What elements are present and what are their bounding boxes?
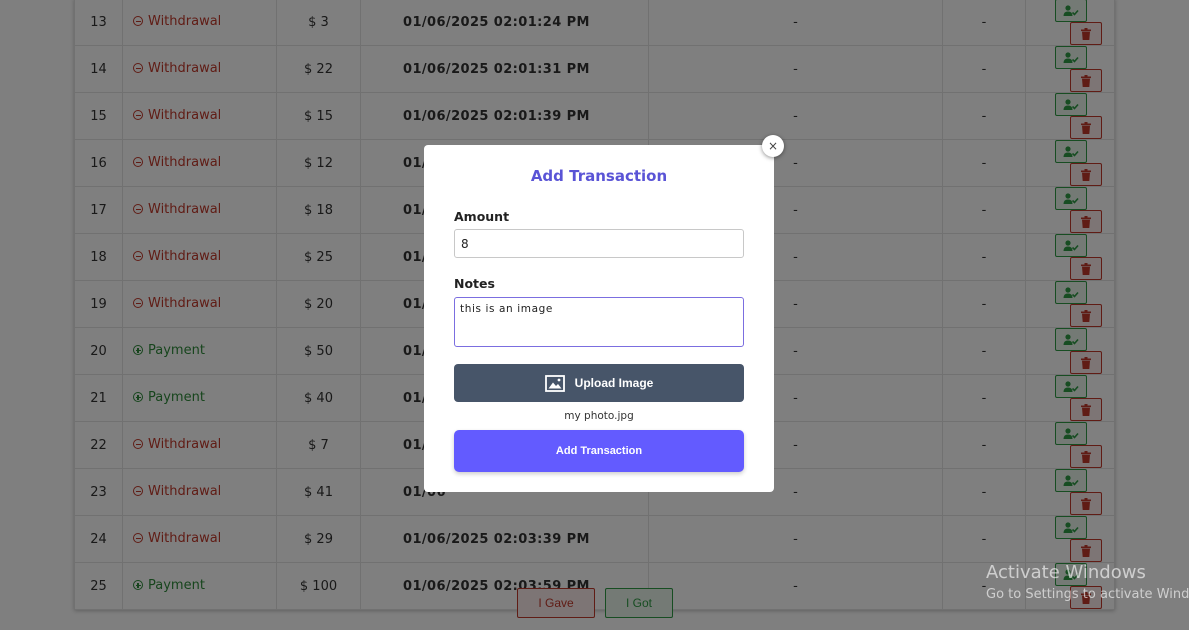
upload-image-button[interactable]: Upload Image xyxy=(454,364,744,402)
upload-image-label: Upload Image xyxy=(574,376,654,390)
add-transaction-button[interactable]: Add Transaction xyxy=(454,430,744,472)
selected-file-name: my photo.jpg xyxy=(564,410,634,422)
watermark-subtitle: Go to Settings to activate Windows. xyxy=(986,587,1189,602)
close-icon: × xyxy=(767,139,779,153)
close-button[interactable]: × xyxy=(762,135,784,157)
modal-title: Add Transaction xyxy=(530,167,668,185)
amount-label: Amount xyxy=(454,209,510,224)
notes-input[interactable]: this is an image xyxy=(454,297,744,347)
watermark-title: Activate Windows xyxy=(986,562,1146,583)
image-icon xyxy=(544,374,565,392)
windows-activation-watermark: Activate Windows Go to Settings to activ… xyxy=(986,562,1189,602)
notes-label: Notes xyxy=(454,276,495,291)
amount-input[interactable] xyxy=(454,229,744,258)
add-transaction-modal: × Add Transaction Amount Notes this is a… xyxy=(424,135,784,492)
